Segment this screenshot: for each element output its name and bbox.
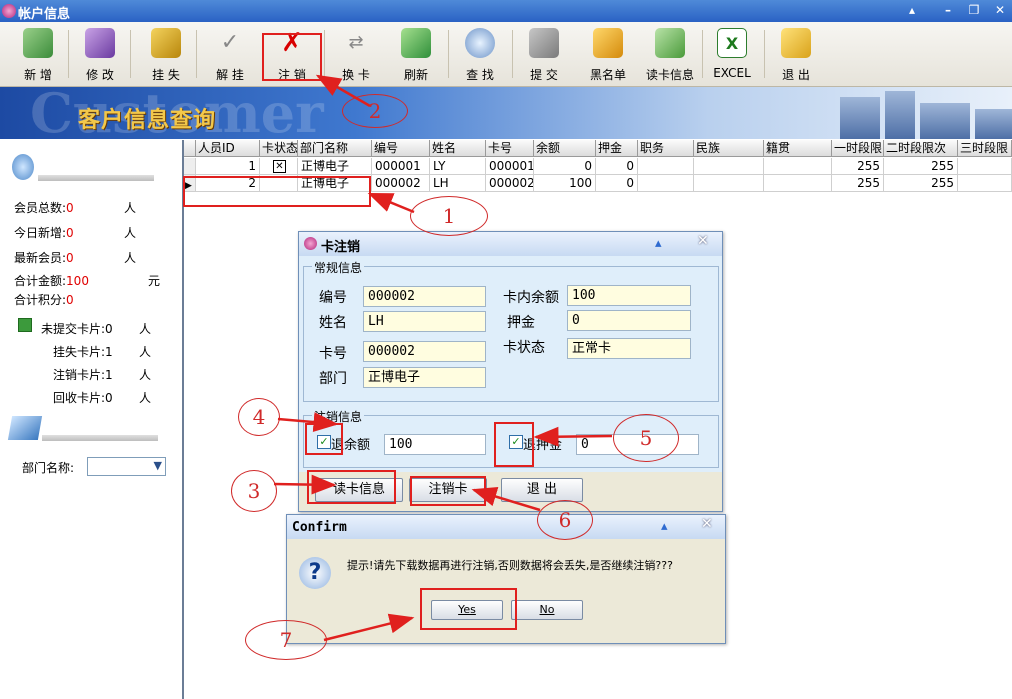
annotation-arrows bbox=[273, 74, 613, 642]
